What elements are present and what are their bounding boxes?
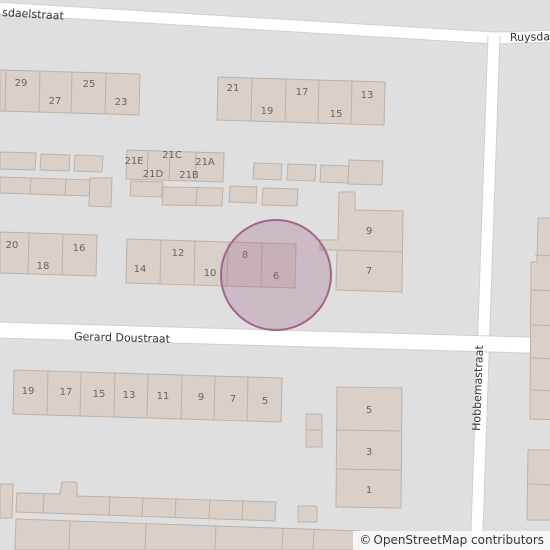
house-number: 14 [134, 264, 147, 275]
copyright-symbol: © [359, 533, 372, 547]
building[interactable] [252, 162, 283, 181]
building[interactable] [129, 180, 164, 198]
map-canvas[interactable]: 29 27 25 23 21 19 17 15 13 21E 21C 21A 2… [0, 0, 550, 550]
house-number: 11 [157, 391, 170, 402]
building[interactable] [286, 163, 317, 182]
house-number: 10 [204, 268, 217, 279]
house-number: 16 [73, 243, 86, 254]
building-block[interactable] [0, 176, 91, 197]
street-label-gerard-doustraat: Gerard Doustraat [74, 330, 171, 346]
house-number: 13 [123, 390, 136, 401]
house-number: 21C [162, 150, 182, 161]
house-number: 17 [296, 87, 309, 98]
house-number: 29 [15, 78, 28, 89]
house-number: 1 [366, 485, 372, 496]
house-number: 21D [143, 169, 164, 180]
house-number: 13 [361, 90, 374, 101]
house-number: 25 [83, 79, 96, 90]
building[interactable] [0, 483, 14, 519]
building[interactable] [73, 154, 104, 173]
building-block[interactable] [15, 481, 277, 522]
building[interactable] [261, 187, 299, 207]
building[interactable] [88, 177, 113, 208]
house-number: 23 [115, 97, 128, 108]
attribution-link[interactable]: OpenStreetMap contributors [373, 533, 544, 547]
house-number: 7 [230, 394, 236, 405]
house-number: 15 [93, 389, 106, 400]
building[interactable] [319, 164, 350, 184]
house-number: 5 [262, 396, 268, 407]
house-number: 19 [261, 106, 274, 117]
house-number: 7 [366, 266, 372, 277]
house-number: 20 [6, 240, 19, 251]
building[interactable] [39, 153, 71, 172]
house-number: 21A [195, 157, 215, 168]
house-number: 21B [179, 170, 199, 181]
house-number: 3 [366, 447, 372, 458]
building[interactable] [228, 185, 258, 204]
location-marker[interactable] [220, 219, 332, 331]
house-number: 9 [198, 392, 204, 403]
house-number: 17 [60, 387, 73, 398]
building-block[interactable] [319, 191, 404, 293]
building-block[interactable] [216, 76, 386, 126]
house-number: 27 [49, 96, 62, 107]
street-label-top-left: sdaelstraat [2, 6, 65, 23]
building-block[interactable] [0, 69, 141, 116]
building-block[interactable] [14, 518, 361, 550]
building[interactable] [297, 505, 318, 523]
attribution: © OpenStreetMap contributors [353, 531, 550, 550]
map-view[interactable]: 29 27 25 23 21 19 17 15 13 21E 21C 21A 2… [0, 0, 550, 550]
house-number: 19 [22, 386, 35, 397]
building[interactable] [161, 186, 224, 207]
house-number: 12 [172, 248, 185, 259]
house-number: 21E [124, 156, 143, 167]
street-labels: sdaelstraat Ruysda Gerard Doustraat Hobb… [2, 6, 550, 431]
house-number: 5 [366, 405, 372, 416]
building[interactable] [347, 159, 384, 186]
house-number: 21 [227, 83, 240, 94]
building[interactable] [0, 151, 37, 171]
house-number: 9 [366, 226, 372, 237]
house-number: 18 [37, 261, 50, 272]
house-number: 15 [330, 109, 343, 120]
street-top[interactable] [0, 2, 550, 44]
street-label-top-right: Ruysda [510, 30, 550, 44]
